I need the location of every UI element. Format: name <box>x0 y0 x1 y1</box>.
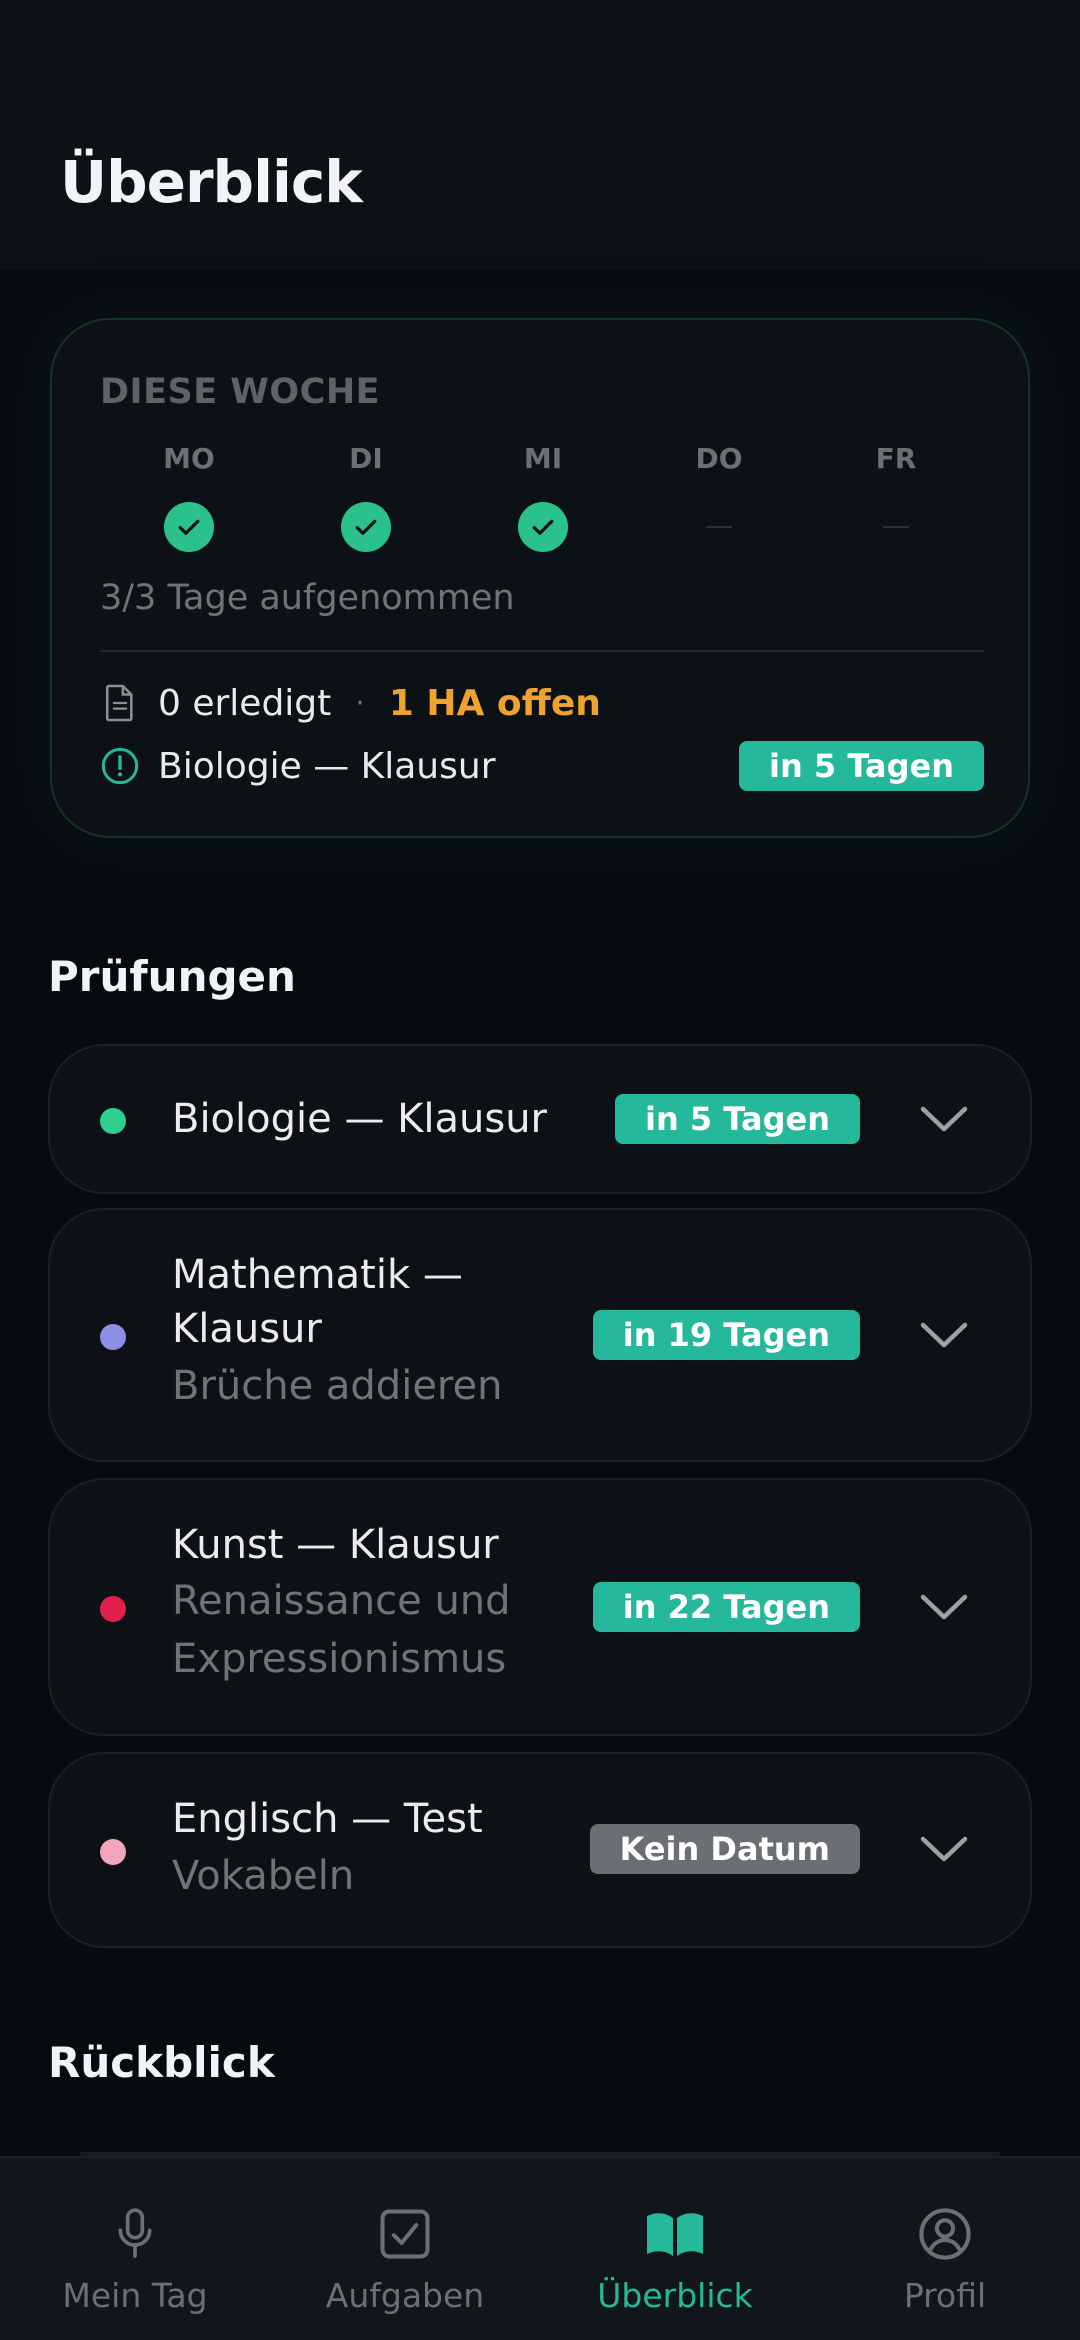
exam-title: Mathematik — Klausur <box>172 1252 463 1352</box>
nav-label: Überblick <box>597 2276 753 2315</box>
day-label: MO <box>163 442 215 475</box>
check-icon <box>341 502 391 552</box>
alert-circle-icon <box>100 746 140 786</box>
subject-color-dot <box>100 1839 126 1865</box>
day-wednesday: MI <box>493 442 593 552</box>
chevron-down-icon[interactable] <box>916 1307 972 1363</box>
next-exam-badge: in 5 Tagen <box>739 741 984 791</box>
exam-subtitle: Brüche addieren <box>172 1363 503 1409</box>
microphone-icon <box>105 2204 165 2264</box>
exam-body: Kunst — Klausur Renaissance und Expressi… <box>172 1518 612 1688</box>
document-icon <box>100 683 140 723</box>
chevron-down-icon[interactable] <box>916 1821 972 1877</box>
book-icon <box>645 2204 705 2264</box>
done-count: 0 erledigt <box>158 682 332 724</box>
exam-body: Mathematik — Klausur Brüche addieren <box>172 1248 612 1416</box>
week-summary-text: 3/3 Tage aufgenommen <box>100 578 515 618</box>
week-heading: DIESE WOCHE <box>100 372 381 412</box>
next-exam-row[interactable]: Biologie — Klausur in 5 Tagen <box>100 740 984 792</box>
chevron-down-icon[interactable] <box>916 1579 972 1635</box>
exam-subtitle: Renaissance und Expressionismus <box>172 1578 511 1682</box>
nav-item-aufgaben[interactable]: Aufgaben <box>270 2158 540 2340</box>
day-thursday: DO <box>669 442 769 528</box>
exam-title: Biologie — Klausur <box>172 1096 547 1142</box>
day-label: FR <box>875 442 917 475</box>
nav-item-mein-tag[interactable]: Mein Tag <box>0 2158 270 2340</box>
empty-day-dash <box>883 526 909 528</box>
nav-item-ueberblick[interactable]: Überblick <box>540 2158 810 2340</box>
nav-item-profil[interactable]: Profil <box>810 2158 1080 2340</box>
exam-due-badge: in 22 Tagen <box>592 1582 860 1632</box>
exam-body: Biologie — Klausur <box>172 1092 612 1146</box>
day-friday: FR <box>846 442 946 528</box>
nav-label: Mein Tag <box>62 2276 208 2315</box>
exam-card-kunst[interactable]: Kunst — Klausur Renaissance und Expressi… <box>48 1478 1032 1736</box>
exam-due-badge: in 19 Tagen <box>592 1310 860 1360</box>
exam-card-mathematik[interactable]: Mathematik — Klausur Brüche addieren in … <box>48 1208 1032 1462</box>
exam-title: Kunst — Klausur <box>172 1522 499 1568</box>
chevron-down-icon[interactable] <box>916 1091 972 1147</box>
check-icon <box>164 502 214 552</box>
exam-card-biologie[interactable]: Biologie — Klausur in 5 Tagen <box>48 1044 1032 1194</box>
exam-due-badge: in 5 Tagen <box>615 1094 860 1144</box>
homework-status-row: 0 erledigt · 1 HA offen <box>100 678 601 728</box>
subject-color-dot <box>100 1596 126 1622</box>
page-title: Überblick <box>60 148 363 216</box>
subject-color-dot <box>100 1108 126 1134</box>
exam-subtitle: Vokabeln <box>172 1853 355 1899</box>
day-label: DI <box>349 442 383 475</box>
exam-body: Englisch — Test Vokabeln <box>172 1792 612 1906</box>
exam-title: Englisch — Test <box>172 1796 483 1842</box>
check-icon <box>518 502 568 552</box>
empty-day-dash <box>706 526 732 528</box>
nav-label: Profil <box>903 2276 987 2315</box>
day-label: DO <box>695 442 743 475</box>
divider <box>100 650 984 652</box>
app-root: Überblick DIESE WOCHE MO DI MI DO FR 3/3… <box>0 0 1080 2340</box>
checkbox-icon <box>375 2204 435 2264</box>
day-tuesday: DI <box>316 442 416 552</box>
header: Überblick <box>0 0 1080 270</box>
open-homework-count[interactable]: 1 HA offen <box>389 683 601 724</box>
day-monday: MO <box>139 442 239 552</box>
nav-label: Aufgaben <box>325 2276 485 2315</box>
profile-icon <box>915 2204 975 2264</box>
bottom-nav: Mein Tag Aufgaben Überblick Profil <box>0 2156 1080 2340</box>
day-label: MI <box>523 442 563 475</box>
week-summary-card[interactable]: DIESE WOCHE MO DI MI DO FR 3/3 Tage aufg… <box>50 318 1030 838</box>
exam-card-englisch[interactable]: Englisch — Test Vokabeln Kein Datum <box>48 1752 1032 1948</box>
separator-dot: · <box>355 685 365 721</box>
next-exam-title: Biologie — Klausur <box>158 745 496 787</box>
exams-section-title: Prüfungen <box>48 952 296 1001</box>
exam-due-badge: Kein Datum <box>589 1824 860 1874</box>
review-section-title: Rückblick <box>48 2038 275 2087</box>
subject-color-dot <box>100 1324 126 1350</box>
